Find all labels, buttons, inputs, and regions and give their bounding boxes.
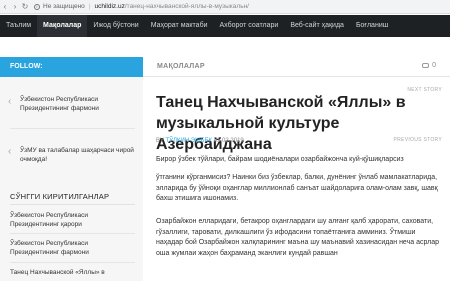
security-label: Не защищено xyxy=(43,3,85,10)
nav-item-talim[interactable]: Таълим xyxy=(0,15,37,37)
article-date: 01.02.2019 xyxy=(213,138,244,144)
url-domain: uchildiz.uz xyxy=(94,3,125,10)
prev-story-link[interactable]: ЎзМУ ва талабалар шаҳарчаси чирой очмоқд… xyxy=(20,146,135,164)
sidebar-divider xyxy=(10,128,135,129)
security-indicator[interactable]: i Не защищено xyxy=(34,3,85,10)
article-paragraph: Бирор ўзбек тўйлари, байрам шодиёналари … xyxy=(156,156,404,163)
comment-count[interactable]: 0 xyxy=(422,62,436,69)
author-prefix: BY xyxy=(156,138,164,144)
nav-item-mahorat[interactable]: Маҳорат мактаби xyxy=(145,15,214,37)
nav-item-about[interactable]: Веб-сайт ҳақида xyxy=(284,15,350,37)
back-icon[interactable]: ‹ xyxy=(0,2,10,11)
info-icon: i xyxy=(34,3,40,10)
category-bar: МАҚОЛАЛАР 0 xyxy=(143,57,450,77)
article-meta: BY ТЎЛҚИН ЭШБЕК 01.02.2019 xyxy=(156,138,244,144)
nav-item-ijod[interactable]: Ижод бўстони xyxy=(87,15,144,37)
recent-item-divider xyxy=(10,233,135,234)
recent-item[interactable]: Ўзбекистон Республикаси Президентининг ф… xyxy=(10,239,135,257)
main-nav: Таълим Мақолалар Ижод бўстони Маҳорат ма… xyxy=(0,15,450,37)
recent-item[interactable]: Танец Нахчыванской «Яллы» в xyxy=(10,268,135,277)
author-link[interactable]: ТЎЛҚИН ЭШБЕК xyxy=(166,138,212,144)
follow-bar: FOLLOW: xyxy=(0,57,143,77)
nav-item-maqolalar[interactable]: Мақолалар xyxy=(37,15,88,37)
address-separator: | xyxy=(88,3,91,10)
recent-heading: СЎНГГИ КИРИТИЛГАНЛАР xyxy=(10,192,110,201)
category-label[interactable]: МАҚОЛАЛАР xyxy=(157,63,205,70)
comment-icon xyxy=(422,63,430,68)
article-paragraph: Озарбайжон елларидаги, бетакрор оҳанглар… xyxy=(156,218,439,257)
nav-item-contact[interactable]: Боғланиш xyxy=(350,15,394,37)
article-title: Танец Нахчыванской «Яллы» в музыкальной … xyxy=(156,94,406,153)
comment-count-value: 0 xyxy=(432,62,436,69)
chevron-left-icon[interactable]: ‹ xyxy=(8,96,11,107)
chevron-left-icon[interactable]: ‹ xyxy=(8,146,11,157)
url-path: /танец-нахчыванской-яллы-в-музыкальн/ xyxy=(124,3,249,10)
next-story-link[interactable]: Ўзбекистон Республикаси Президентининг ф… xyxy=(20,95,135,113)
recent-divider xyxy=(10,204,135,205)
forward-icon[interactable]: › xyxy=(10,2,20,11)
nav-item-axborot[interactable]: Ахборот соатлари xyxy=(213,15,284,37)
reload-icon[interactable]: ↻ xyxy=(20,2,30,11)
address-bar[interactable]: ‹ › ↻ i Не защищено | uchildiz.uz /танец… xyxy=(0,0,450,14)
recent-item-divider xyxy=(10,262,135,263)
article-paragraph: ўтганини кўрганмисиз? Наинки биз ўзбекла… xyxy=(156,174,438,202)
recent-item[interactable]: Ўзбекистон Республикаси Президентининг қ… xyxy=(10,211,135,229)
